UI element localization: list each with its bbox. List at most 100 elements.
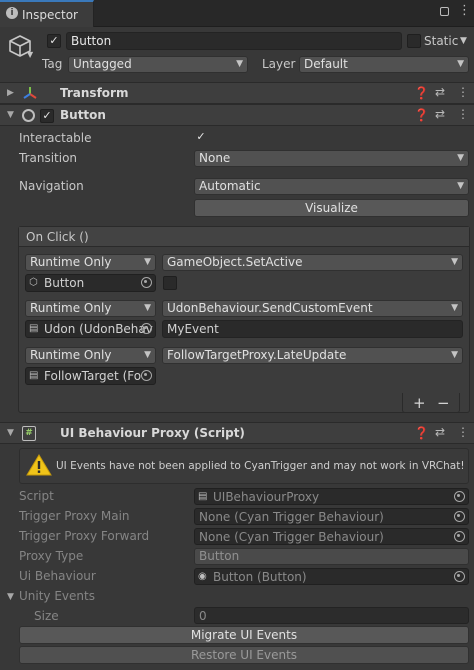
object-picker-icon: [454, 511, 465, 522]
restore-ui-events-button[interactable]: Restore UI Events: [19, 646, 469, 664]
icon-dropdown-icon[interactable]: ▼: [27, 50, 33, 59]
component-menu-icon[interactable]: ⋮: [457, 85, 469, 99]
interactable-label: Interactable: [19, 131, 92, 145]
cube-icon: ⬡: [29, 277, 38, 288]
chevron-down-icon: ▼: [144, 303, 151, 313]
event-function-value: UdonBehaviour.SendCustomEvent: [167, 301, 373, 315]
trigger-proxy-main-value: None (Cyan Trigger Behaviour): [199, 510, 384, 524]
event-bool-checkbox[interactable]: [163, 276, 177, 290]
add-event-button[interactable]: +: [413, 394, 426, 412]
script-value: UIBehaviourProxy: [213, 490, 320, 504]
ui-proxy-title: UI Behaviour Proxy (Script): [60, 426, 245, 440]
object-name-field[interactable]: Button: [66, 32, 402, 50]
button-component-icon: ◉: [198, 571, 207, 582]
migrate-ui-events-button[interactable]: Migrate UI Events: [19, 626, 469, 644]
foldout-collapsed-icon[interactable]: ▶: [7, 88, 14, 98]
ui-behaviour-label: Ui Behaviour: [19, 569, 96, 583]
tag-value: Untagged: [73, 57, 132, 71]
script-field: ▤ UIBehaviourProxy: [194, 488, 469, 505]
warning-helpbox: UI Events have not been applied to CyanT…: [19, 448, 469, 484]
script-icon: ▤: [29, 323, 39, 334]
ui-proxy-header[interactable]: ▼ # UI Behaviour Proxy (Script) ❓ ⇄ ⋮: [0, 422, 474, 444]
help-icon[interactable]: ❓: [414, 86, 429, 100]
foldout-expanded-icon[interactable]: ▼: [7, 428, 14, 438]
interactable-checkbox[interactable]: ✓: [194, 131, 208, 145]
size-field: 0: [194, 607, 469, 624]
event-mode-value: Runtime Only: [30, 301, 112, 315]
object-picker-icon[interactable]: [141, 323, 152, 334]
transform-header[interactable]: ▶ Transform ❓ ⇄ ⋮: [0, 82, 474, 104]
transform-title: Transform: [60, 86, 129, 100]
info-icon: i: [6, 7, 18, 19]
foldout-expanded-icon[interactable]: ▼: [7, 110, 14, 120]
help-icon[interactable]: ❓: [414, 426, 429, 440]
event-mode-dropdown[interactable]: Runtime Only ▼: [25, 347, 156, 364]
chevron-down-icon: ▼: [451, 257, 458, 267]
tag-dropdown[interactable]: Untagged ▼: [68, 56, 248, 73]
navigation-dropdown[interactable]: Automatic ▼: [194, 178, 469, 195]
layer-value: Default: [304, 57, 348, 71]
unity-events-label: Unity Events: [19, 589, 95, 603]
event-mode-dropdown[interactable]: Runtime Only ▼: [25, 300, 156, 317]
visualize-button[interactable]: Visualize: [194, 199, 469, 217]
remove-event-button[interactable]: −: [437, 394, 450, 412]
script-icon: ▤: [198, 491, 208, 502]
object-picker-icon[interactable]: [141, 370, 152, 381]
event-target-field[interactable]: ▤ FollowTarget (Fo: [25, 367, 156, 385]
lock-icon[interactable]: [440, 7, 449, 16]
navigation-value: Automatic: [199, 179, 261, 193]
layer-label: Layer: [262, 57, 296, 71]
event-function-dropdown[interactable]: FollowTargetProxy.LateUpdate ▼: [162, 347, 463, 364]
event-target-value: Button: [44, 276, 85, 290]
button-component-title: Button: [60, 108, 106, 122]
active-checkbox[interactable]: ✓: [47, 34, 61, 48]
warning-text: UI Events have not been applied to CyanT…: [56, 460, 465, 472]
transition-dropdown[interactable]: None ▼: [194, 150, 469, 167]
chevron-down-icon: ▼: [451, 303, 458, 313]
button-component-header[interactable]: ▼ ✓ Button ❓ ⇄ ⋮: [0, 104, 474, 126]
event-list-footer: [402, 393, 460, 413]
layer-dropdown[interactable]: Default ▼: [299, 56, 469, 73]
event-mode-dropdown[interactable]: Runtime Only ▼: [25, 254, 156, 271]
event-target-value: Udon (UdonBehav: [44, 322, 153, 336]
chevron-down-icon: ▼: [457, 153, 464, 163]
unity-events-foldout-icon[interactable]: ▼: [7, 592, 14, 602]
tab-inspector[interactable]: i Inspector: [0, 0, 94, 27]
proxy-type-value: Button: [199, 549, 240, 563]
event-target-field[interactable]: ⬡ Button: [25, 274, 156, 292]
script-icon: ▤: [29, 370, 39, 381]
object-picker-icon[interactable]: [141, 277, 152, 288]
script-label: Script: [19, 489, 54, 503]
presets-icon[interactable]: ⇄: [435, 85, 445, 99]
script-file-icon: #: [22, 426, 36, 441]
ui-behaviour-field: ◉ Button (Button): [194, 568, 469, 585]
transition-value: None: [199, 151, 231, 165]
event-function-dropdown[interactable]: UdonBehaviour.SendCustomEvent ▼: [162, 300, 463, 317]
trigger-proxy-forward-field: None (Cyan Trigger Behaviour): [194, 528, 469, 545]
static-label: Static: [424, 34, 459, 48]
button-enabled-checkbox[interactable]: ✓: [40, 109, 54, 123]
kebab-menu-icon[interactable]: ⋮: [458, 4, 471, 18]
event-function-value: GameObject.SetActive: [167, 255, 303, 269]
trigger-proxy-forward-value: None (Cyan Trigger Behaviour): [199, 530, 384, 544]
event-mode-value: Runtime Only: [30, 348, 112, 362]
event-target-field[interactable]: ▤ Udon (UdonBehav: [25, 320, 156, 338]
chevron-down-icon: ▼: [457, 181, 464, 191]
proxy-type-dropdown: Button: [194, 548, 469, 565]
proxy-type-label: Proxy Type: [19, 549, 84, 563]
transform-axis-icon: [22, 86, 38, 105]
static-checkbox[interactable]: [407, 34, 421, 48]
event-target-value: FollowTarget (Fo: [44, 369, 142, 383]
component-menu-icon[interactable]: ⋮: [457, 107, 469, 121]
chevron-down-icon: ▼: [457, 59, 464, 69]
trigger-proxy-forward-label: Trigger Proxy Forward: [19, 529, 150, 543]
static-dropdown-icon[interactable]: ▼: [460, 36, 467, 46]
event-string-arg-field[interactable]: MyEvent: [162, 320, 463, 338]
presets-icon[interactable]: ⇄: [435, 107, 445, 121]
component-menu-icon[interactable]: ⋮: [457, 425, 469, 439]
event-function-dropdown[interactable]: GameObject.SetActive ▼: [162, 254, 463, 271]
chevron-down-icon: ▼: [451, 350, 458, 360]
presets-icon[interactable]: ⇄: [435, 425, 445, 439]
object-picker-icon: [454, 491, 465, 502]
help-icon[interactable]: ❓: [414, 108, 429, 122]
